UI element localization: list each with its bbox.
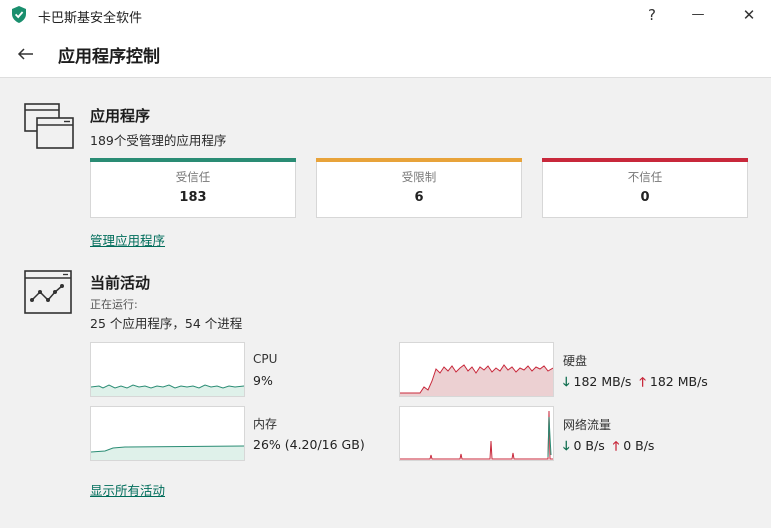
title-bar: 卡巴斯基安全软件 ? — ✕: [0, 0, 771, 30]
network-label: 网络流量: [563, 418, 612, 432]
cpu-label: CPU: [253, 352, 278, 366]
cpu-value: 9%: [253, 373, 273, 388]
running-label: 正在运行:: [90, 298, 138, 311]
untrusted-label: 不信任: [627, 170, 663, 184]
minimize-button[interactable]: —: [686, 4, 710, 26]
activity-monitor-icon: [24, 270, 72, 314]
trusted-count: 183: [179, 190, 207, 205]
trusted-label: 受信任: [175, 170, 211, 184]
window-title: 卡巴斯基安全软件: [38, 11, 143, 26]
untrusted-card[interactable]: 不信任 0: [542, 158, 748, 218]
upload-arrow-icon: 🡑: [639, 374, 646, 389]
network-upload-rate: 0 B/s: [623, 438, 655, 453]
restricted-card[interactable]: 受限制 6: [316, 158, 522, 218]
back-arrow-icon[interactable]: [16, 44, 36, 64]
trusted-bar: [90, 158, 296, 162]
close-button[interactable]: ✕: [737, 4, 761, 26]
download-arrow-icon: 🡓: [563, 374, 570, 389]
manage-applications-link[interactable]: 管理应用程序: [90, 230, 165, 249]
memory-label: 内存: [253, 417, 278, 431]
download-arrow-icon: 🡓: [563, 438, 570, 453]
activity-title: 当前活动: [90, 274, 151, 292]
disk-read-rate: 182 MB/s: [573, 374, 632, 389]
help-button[interactable]: ?: [640, 4, 664, 26]
upload-arrow-icon: 🡑: [612, 438, 620, 453]
network-download-rate: 0 B/s: [573, 438, 605, 453]
applications-title: 应用程序: [90, 107, 151, 125]
network-rates: 🡓 0 B/s 🡑 0 B/s: [563, 437, 654, 458]
untrusted-count: 0: [640, 190, 650, 205]
restricted-label: 受限制: [401, 170, 437, 184]
application-windows-icon: [24, 103, 74, 149]
applications-subtitle: 189个受管理的应用程序: [90, 133, 227, 148]
restricted-bar: [316, 158, 522, 162]
disk-graph: [399, 342, 554, 397]
page-title: 应用程序控制: [58, 47, 160, 67]
network-graph: [399, 406, 554, 461]
memory-value: 26% (4.20/16 GB): [253, 437, 365, 452]
memory-graph: [90, 406, 245, 461]
disk-label: 硬盘: [563, 354, 588, 368]
running-value: 25 个应用程序，54 个进程: [90, 316, 243, 331]
disk-rates: 🡓 182 MB/s 🡑 182 MB/s: [563, 373, 708, 394]
trusted-card[interactable]: 受信任 183: [90, 158, 296, 218]
kaspersky-shield-icon: [12, 6, 26, 23]
disk-write-rate: 182 MB/s: [649, 374, 708, 389]
page-header: 应用程序控制: [0, 30, 771, 78]
show-all-activity-link[interactable]: 显示所有活动: [90, 480, 165, 499]
untrusted-bar: [542, 158, 748, 162]
cpu-graph: [90, 342, 245, 397]
restricted-count: 6: [414, 190, 424, 205]
